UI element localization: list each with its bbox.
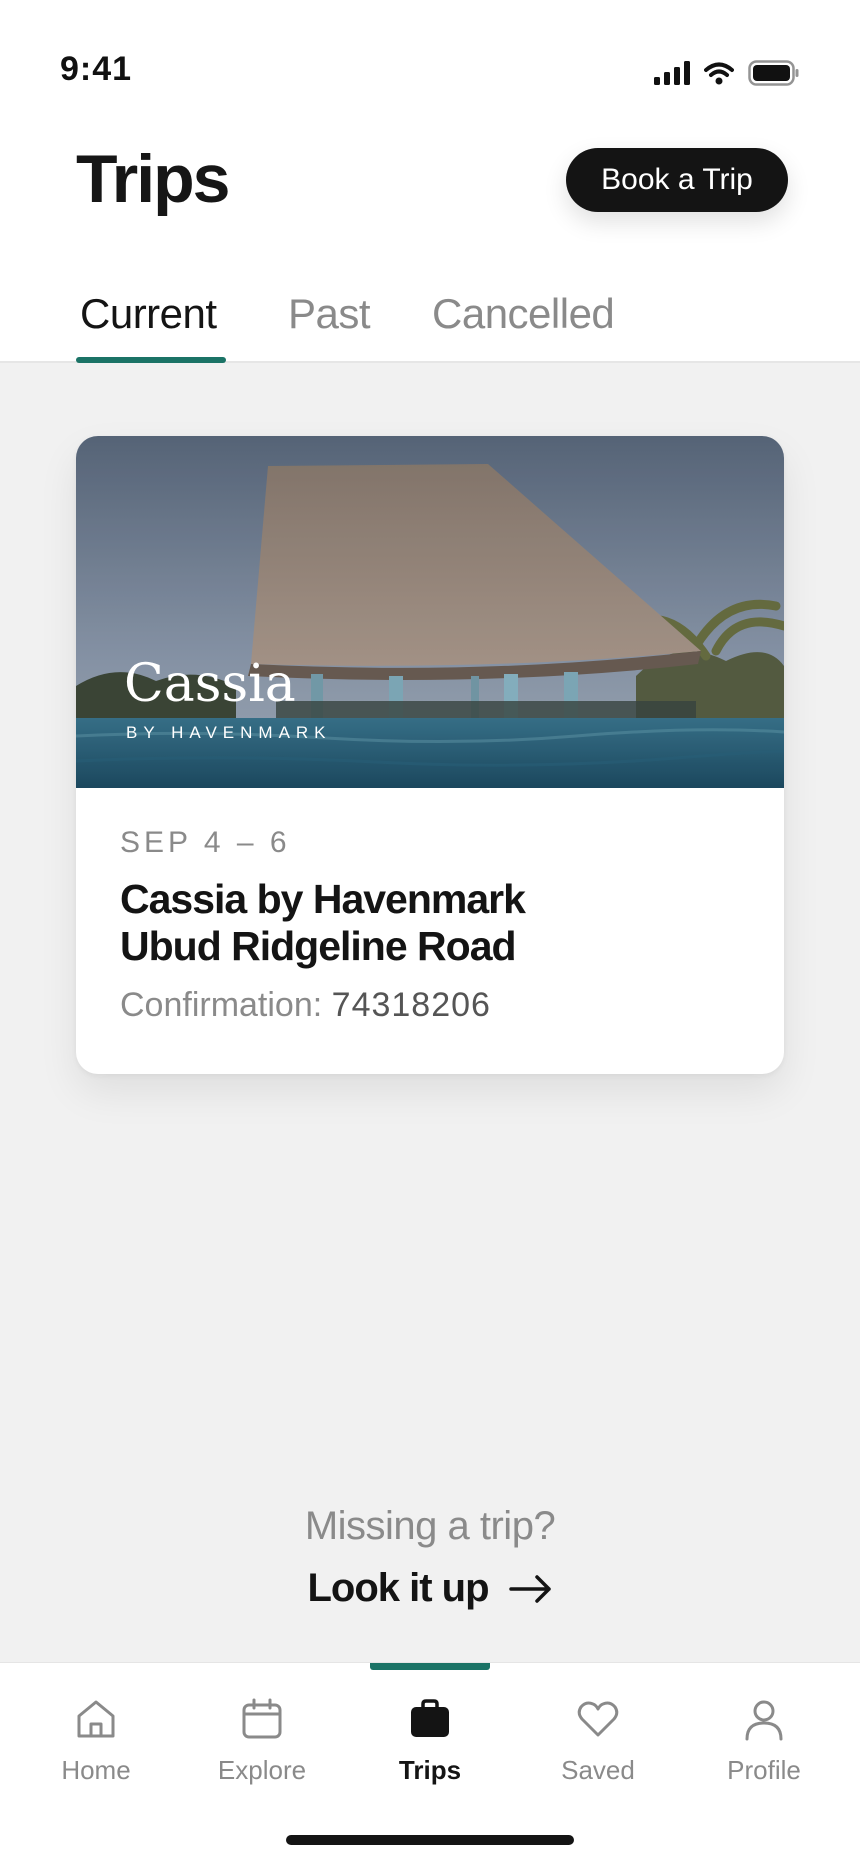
person-icon bbox=[745, 1700, 783, 1741]
signal-icon bbox=[654, 61, 690, 85]
tab-past[interactable]: Past bbox=[288, 290, 371, 338]
nav-trips-label: Trips bbox=[398, 1755, 462, 1785]
confirmation: Confirmation: 74318206 bbox=[120, 986, 491, 1025]
briefcase-icon bbox=[411, 1699, 449, 1737]
bottom-nav: Home Explore Trips Saved Profile bbox=[0, 1662, 860, 1864]
nav-active-indicator bbox=[370, 1663, 490, 1670]
wifi-icon bbox=[704, 62, 734, 85]
hotel-image: Cassia BY HAVENMARK bbox=[76, 436, 784, 788]
nav-explore[interactable]: Explore bbox=[192, 1697, 332, 1786]
calendar-icon bbox=[242, 1698, 282, 1739]
tab-cancelled[interactable]: Cancelled bbox=[432, 290, 615, 338]
arrow-right-icon bbox=[508, 1574, 551, 1603]
look-it-up-link[interactable]: Look it up bbox=[0, 1566, 860, 1611]
trip-dates: SEP 4 – 6 bbox=[120, 826, 291, 859]
nav-profile[interactable]: Profile bbox=[694, 1697, 834, 1786]
confirmation-label: Confirmation: bbox=[120, 986, 323, 1024]
status-time: 9:41 bbox=[60, 50, 133, 88]
nav-home-label: Home bbox=[61, 1755, 131, 1785]
header-area: 9:41 Trips Book a Trip Current Past Canc… bbox=[0, 0, 860, 363]
nav-saved[interactable]: Saved bbox=[528, 1697, 668, 1786]
tab-current[interactable]: Current bbox=[80, 290, 217, 338]
status-icons bbox=[654, 60, 800, 86]
active-tab-indicator bbox=[76, 357, 226, 363]
battery-icon bbox=[748, 60, 799, 86]
hotel-name-line: Cassia by Havenmark bbox=[120, 876, 526, 922]
look-it-up-label: Look it up bbox=[307, 1566, 489, 1610]
home-icon bbox=[77, 1700, 115, 1738]
nav-saved-label: Saved bbox=[561, 1755, 635, 1785]
missing-trip-prompt: Missing a trip? bbox=[304, 1504, 556, 1548]
home-indicator bbox=[286, 1835, 574, 1845]
hotel-logo-subtitle: BY HAVENMARK bbox=[126, 723, 332, 742]
nav-trips[interactable]: Trips bbox=[360, 1697, 500, 1786]
trip-hotel-name: Cassia by Havenmark Ubud Ridgeline Road bbox=[120, 876, 526, 970]
nav-explore-label: Explore bbox=[217, 1755, 307, 1785]
hotel-logo-name: Cassia bbox=[124, 654, 296, 714]
confirmation-number: 74318206 bbox=[331, 986, 491, 1024]
heart-icon bbox=[577, 1701, 619, 1737]
nav-home[interactable]: Home bbox=[26, 1697, 166, 1786]
hotel-location-line: Ubud Ridgeline Road bbox=[120, 923, 517, 969]
page-title: Trips bbox=[76, 141, 230, 217]
nav-profile-label: Profile bbox=[727, 1755, 801, 1785]
trip-card[interactable]: Cassia BY HAVENMARK SEP 4 – 6 Cassia by … bbox=[76, 436, 784, 1074]
book-trip-button[interactable]: Book a Trip bbox=[566, 148, 788, 212]
